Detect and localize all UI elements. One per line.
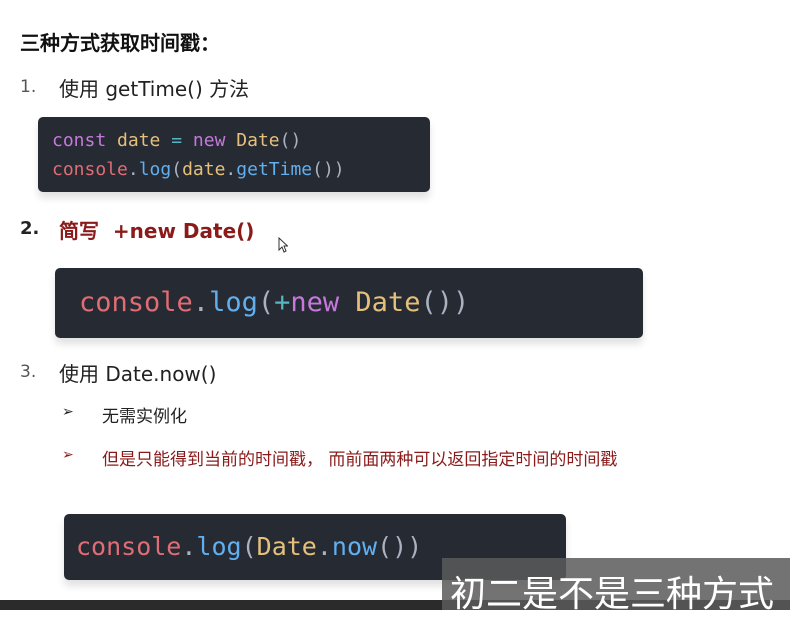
page-title: 三种方式获取时间戳： [20,31,220,55]
code-block-new-date: console.log(+new Date()) [55,268,643,338]
item-number-3: 3. [20,362,37,382]
item-text-2: 简写 +new Date() [59,219,255,243]
code-line: console.log(+new Date()) [79,287,470,318]
arrow-bullet-icon: ➢ [62,404,74,420]
code-line: console.log(date.getTime()) [52,159,345,180]
code-block-gettime: const date = new Date() console.log(date… [38,117,430,192]
item-number-1: 1. [20,77,37,97]
item-text-1: 使用 getTime() 方法 [59,77,250,101]
video-subtitle: 初二是不是三种方式 [450,574,775,615]
code-line: const date = new Date() [52,130,302,151]
code-line: console.log(Date.now()) [76,532,423,561]
arrow-bullet-icon: ➢ [62,447,74,463]
bullet-text-1: 无需实例化 [102,407,187,427]
item-number-2: 2. [20,218,40,239]
item-text-3: 使用 Date.now() [59,362,217,386]
mouse-cursor-icon [278,237,288,253]
bullet-text-2: 但是只能得到当前的时间戳， 而前面两种可以返回指定时间的时间戳 [102,450,618,470]
